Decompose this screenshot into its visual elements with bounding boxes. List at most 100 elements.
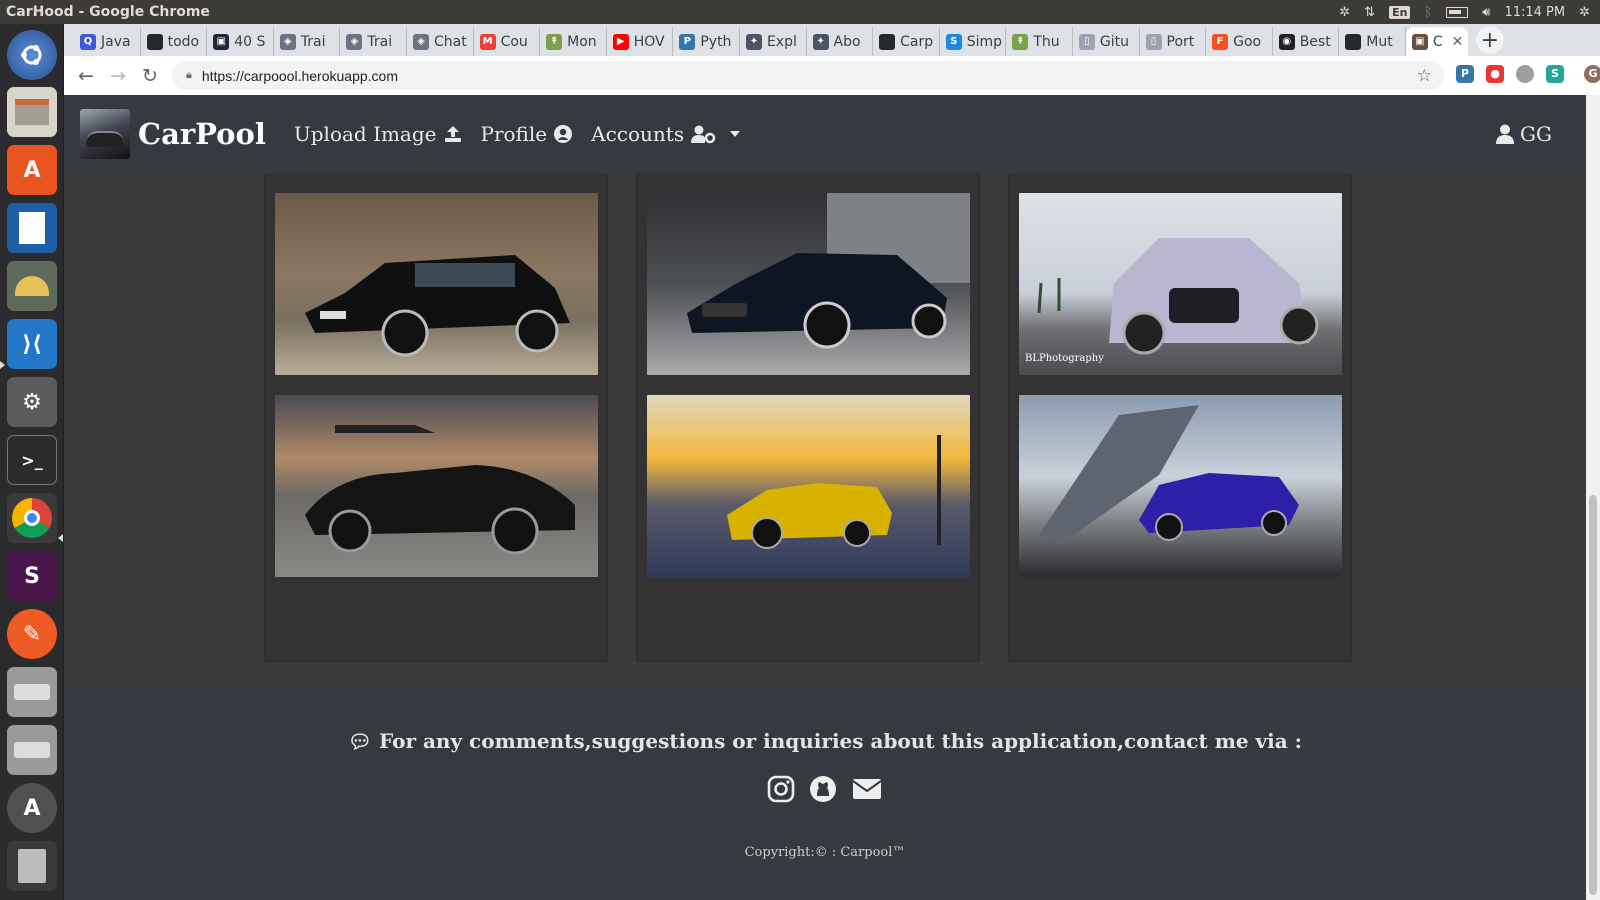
browser-tab[interactable]: ✦ Expl — [740, 27, 807, 56]
tab-favicon-icon: F — [1212, 33, 1229, 50]
new-tab-button[interactable]: + — [1475, 26, 1504, 54]
browser-tab[interactable]: S Simp — [940, 27, 1007, 56]
terminal-icon[interactable]: >_ — [7, 435, 57, 485]
bookmark-star-icon[interactable]: ☆ — [1417, 66, 1432, 86]
nav-user[interactable]: GG — [1496, 122, 1552, 146]
system-monitor-icon[interactable] — [7, 261, 57, 311]
browser-tab[interactable]: ▯ Port — [1140, 27, 1207, 56]
footer-social-links — [64, 775, 1586, 803]
nav-accounts-label: Accounts — [591, 122, 685, 146]
url-text[interactable]: https://carpoool.herokuapp.com — [202, 68, 398, 84]
browser-tab[interactable]: Q Java — [74, 27, 141, 56]
browser-tab[interactable]: ▣ 40 S — [207, 27, 274, 56]
clock[interactable]: 11:14 PM — [1504, 5, 1565, 20]
car-image[interactable] — [647, 193, 970, 375]
reload-button[interactable]: ↻ — [134, 60, 166, 92]
forward-button[interactable]: → — [102, 60, 134, 92]
tab-label: Mut — [1366, 33, 1393, 50]
profile-avatar[interactable]: G — [1584, 64, 1600, 83]
address-bar[interactable]: 🔒︎ https://carpoool.herokuapp.com ☆ — [172, 61, 1444, 90]
browser-tab[interactable]: F Goo — [1206, 27, 1273, 56]
browser-tab[interactable]: ◈ Chat — [407, 27, 474, 56]
tab-label: Chat — [433, 33, 467, 50]
browser-tab[interactable]: ✦ Abo — [807, 27, 874, 56]
browser-tab[interactable]: ↟ Thu — [1006, 27, 1073, 56]
tab-label: Goo — [1233, 33, 1262, 50]
files-icon[interactable] — [7, 87, 57, 137]
browser-tab[interactable]: ◉ Best — [1273, 27, 1340, 56]
scrollbar-thumb[interactable] — [1589, 495, 1597, 895]
car-image[interactable]: BLPhotography — [1019, 193, 1342, 375]
browser-tab[interactable]: M Cou — [474, 27, 541, 56]
gallery-column — [264, 95, 608, 662]
network-arrows-icon[interactable]: ⇅ — [1364, 5, 1375, 20]
browser-tab[interactable]: Mut — [1339, 27, 1406, 56]
browser-tab[interactable]: ▯ Gitu — [1073, 27, 1140, 56]
car-image[interactable] — [1019, 395, 1342, 577]
car-image[interactable] — [275, 193, 598, 375]
s-extension-icon[interactable]: S — [1546, 64, 1564, 83]
browser-tab[interactable]: P Pyth — [673, 27, 740, 56]
tab-favicon-icon — [1345, 33, 1362, 50]
tab-favicon-icon — [879, 33, 896, 50]
browser-tab[interactable]: ▶ HOV — [607, 27, 674, 56]
tab-favicon-icon: ✦ — [812, 33, 829, 50]
lock-icon[interactable]: 🔒︎ — [186, 69, 192, 82]
nav-profile[interactable]: Profile — [481, 122, 574, 146]
browser-tab[interactable]: ◈ Trai — [340, 27, 407, 56]
tab-favicon-icon: ▯ — [1145, 33, 1162, 50]
vscode-icon[interactable]: ⟩⟨ — [7, 319, 57, 369]
car-gallery: BLPhotography — [264, 95, 1364, 662]
browser-tab[interactable]: todo — [141, 27, 208, 56]
github-icon[interactable] — [809, 775, 837, 803]
browser-toolbar: ← → ↻ 🔒︎ https://carpoool.herokuapp.com … — [64, 56, 1600, 95]
writer-icon[interactable] — [7, 203, 57, 253]
car-image[interactable] — [647, 395, 970, 577]
record-extension-icon[interactable]: ● — [1486, 64, 1504, 83]
tab-active[interactable]: ▣ C ✕ — [1405, 27, 1468, 56]
volume-icon[interactable]: 🔊︎ — [1482, 5, 1490, 20]
brand-name[interactable]: CarPool — [138, 117, 266, 151]
nav-accounts-dropdown[interactable]: Accounts — [591, 122, 741, 146]
page-scrollbar[interactable] — [1586, 95, 1600, 900]
upload-icon — [444, 126, 461, 142]
instagram-icon[interactable] — [767, 775, 795, 803]
software-center-icon[interactable]: A — [7, 145, 57, 195]
browser-tab[interactable]: ↟ Mon — [540, 27, 607, 56]
tab-label: Gitu — [1099, 33, 1130, 50]
trash-icon[interactable] — [7, 841, 57, 891]
slack-icon[interactable]: S — [7, 551, 57, 601]
settings-gear-icon[interactable]: ✲ — [1339, 5, 1350, 20]
car-image[interactable] — [275, 395, 598, 577]
chrome-icon[interactable] — [7, 493, 57, 543]
bluetooth-icon[interactable]: ᛒ — [1424, 5, 1432, 20]
circle-extension-icon[interactable] — [1516, 64, 1534, 83]
envelope-icon[interactable] — [851, 775, 883, 803]
drive-icon[interactable] — [7, 667, 57, 717]
tab-close-icon[interactable]: ✕ — [1452, 34, 1464, 50]
site-navbar: CarPool Upload Image Profile Accounts GG — [64, 95, 1586, 173]
gallery-column: BLPhotography — [1008, 95, 1352, 662]
copyright: Copyright:© : Carpool™ — [744, 845, 906, 860]
tab-label: Best — [1299, 33, 1331, 50]
battery-icon[interactable] — [1446, 6, 1469, 18]
ubuntu-dash-icon[interactable] — [7, 30, 57, 80]
tab-label: Trai — [367, 33, 393, 50]
nav-upload-image[interactable]: Upload Image — [294, 122, 463, 146]
system-settings-icon[interactable]: ⚙ — [7, 377, 57, 427]
drive-icon-2[interactable] — [7, 725, 57, 775]
tab-label: Carp — [900, 33, 934, 50]
python-extension-icon[interactable]: P — [1456, 64, 1474, 83]
tab-label: Cou — [500, 33, 528, 50]
keyboard-language-indicator[interactable]: En — [1389, 5, 1411, 19]
brand-logo[interactable] — [80, 109, 130, 159]
back-button[interactable]: ← — [70, 60, 102, 92]
page-viewport: CarPool Upload Image Profile Accounts GG — [64, 95, 1586, 900]
postman-icon[interactable]: ✎ — [7, 609, 57, 659]
software-updater-icon[interactable]: A — [7, 783, 57, 833]
browser-tab[interactable]: Carp — [873, 27, 940, 56]
nav-upload-label: Upload Image — [293, 122, 437, 146]
os-top-panel: CarHood - Google Chrome ✲ ⇅ En ᛒ 🔊︎ 11:1… — [0, 0, 1600, 24]
browser-tab[interactable]: ◈ Trai — [274, 27, 341, 56]
power-gear-icon[interactable]: ✲ — [1579, 5, 1590, 20]
